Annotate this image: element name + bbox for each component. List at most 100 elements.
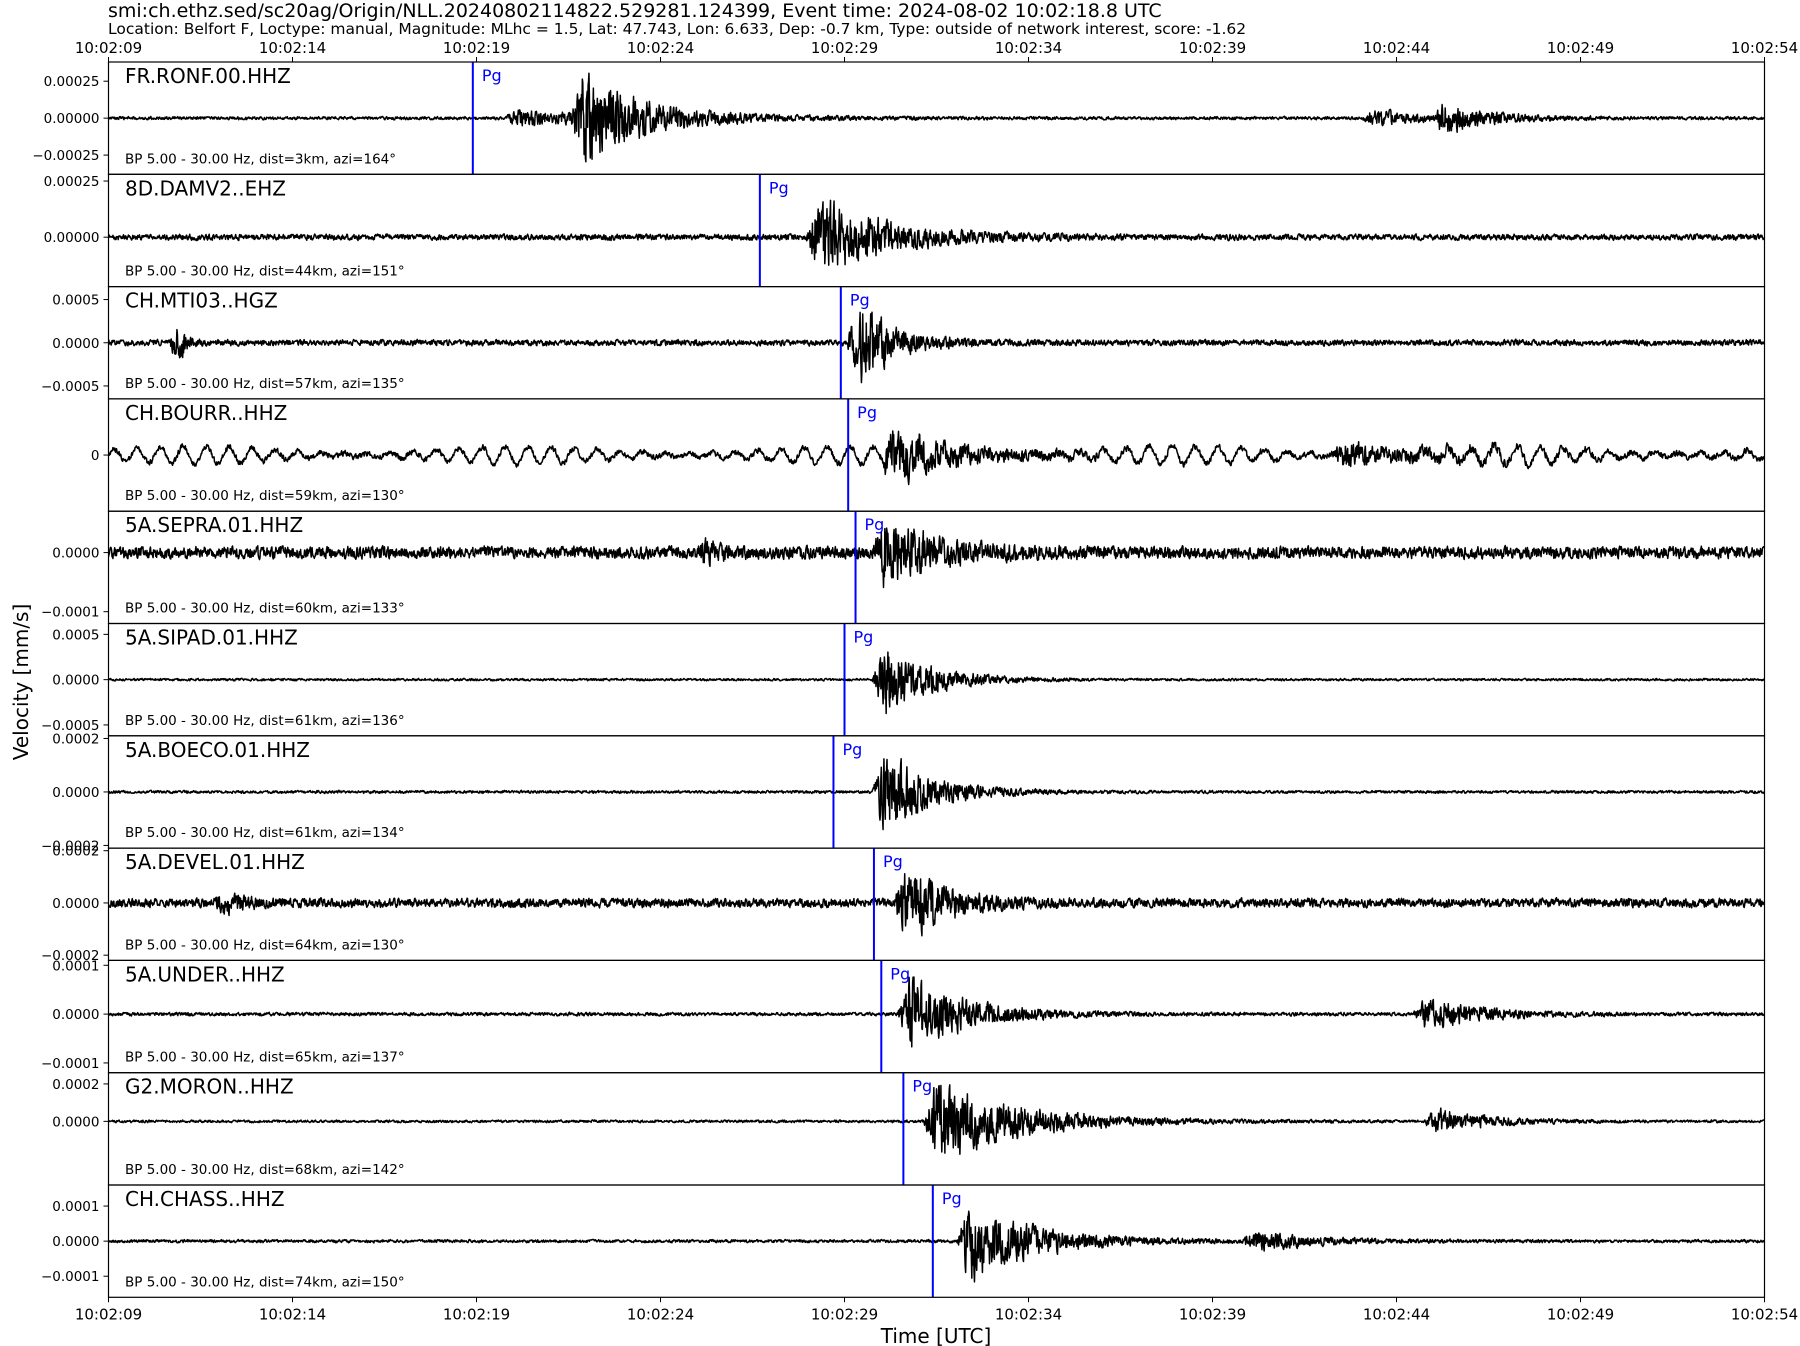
- pick-label: Pg: [942, 1189, 962, 1208]
- station-panel: Pg0.00050.0000−0.00055A.SIPAD.01.HHZBP 5…: [41, 622, 1766, 737]
- y-tick-label: 0.0005: [52, 627, 99, 643]
- x-axis-label: Time [UTC]: [880, 1324, 992, 1346]
- pick-label: Pg: [857, 403, 877, 422]
- y-tick-label: −0.0001: [41, 1269, 100, 1285]
- y-tick-label: 0.0001: [52, 1199, 99, 1215]
- filter-info: BP 5.00 - 30.00 Hz, dist=64km, azi=130°: [125, 937, 405, 953]
- station-name: 5A.SIPAD.01.HHZ: [125, 626, 298, 650]
- y-tick-label: 0.0000: [52, 1007, 99, 1023]
- y-tick-label: 0.0002: [52, 1077, 99, 1093]
- x-tick-label: 10:02:14: [259, 1305, 326, 1323]
- pick-label: Pg: [842, 740, 862, 759]
- y-tick-label: 0.00025: [44, 174, 100, 190]
- bottom-x-axis: 10:02:09 10:02:14 10:02:19 10:02:24 10:02:29…: [75, 1297, 1798, 1323]
- y-tick-label: 0.0000: [52, 1114, 99, 1130]
- filter-info: BP 5.00 - 30.00 Hz, dist=57km, azi=135°: [125, 376, 405, 392]
- waveform-trace: [108, 72, 1765, 163]
- station-name: 5A.UNDER..HHZ: [125, 962, 285, 986]
- station-panel: Pg 0.0002 0.0000 G2.MORON..HHZ BP 5.00 - 30.…: [52, 1072, 1766, 1186]
- station-name: 8D.DAMV2..EHZ: [125, 176, 286, 200]
- x-tick-label: 10:02:54: [1731, 1305, 1798, 1323]
- x-tick-label: 10:02:39: [1179, 39, 1246, 57]
- filter-info: BP 5.00 - 30.00 Hz, dist=74km, azi=150°: [125, 1274, 405, 1290]
- y-tick-label: 0.0000: [52, 785, 99, 801]
- x-tick-label: 10:02:29: [811, 39, 878, 57]
- filter-info: BP 5.00 - 30.00 Hz, dist=44km, azi=151°: [125, 264, 405, 280]
- waveform-trace: [108, 651, 1765, 715]
- filter-info: BP 5.00 - 30.00 Hz, dist=61km, azi=136°: [125, 713, 405, 729]
- x-tick-label: 10:02:09: [75, 39, 142, 57]
- x-tick-label: 10:02:19: [443, 1305, 510, 1323]
- pick-label: Pg: [865, 515, 885, 534]
- y-tick-label: 0.0000: [52, 896, 99, 912]
- y-tick-label: −0.0001: [41, 605, 100, 621]
- waveform-trace: [108, 199, 1765, 266]
- station-panel: Pg 0.0001 0.0000 −0.0001 CH.CHASS..HHZ BP 5.0…: [41, 1184, 1766, 1298]
- pick-label: Pg: [482, 66, 502, 85]
- station-panels: Pg 0.00025 0.00000 −0.00025 FR.RONF.00.HHZ BP…: [32, 61, 1766, 1298]
- y-tick-label: 0.00000: [44, 230, 100, 246]
- x-tick-label: 10:02:44: [1363, 1305, 1430, 1323]
- station-panel: Pg0.00020.0000−0.00025A.BOECO.01.HHZBP 5…: [41, 731, 1766, 854]
- waveform-trace: [108, 1210, 1765, 1283]
- station-panel: Pg 0.0001 0.0000 −0.0001 5A.UNDER..HHZ BP 5.0…: [41, 958, 1766, 1074]
- y-tick-label: 0.0002: [52, 844, 99, 860]
- filter-info: BP 5.00 - 30.00 Hz, dist=59km, azi=130°: [125, 488, 405, 504]
- filter-info: BP 5.00 - 30.00 Hz, dist=68km, azi=142°: [125, 1162, 405, 1178]
- waveform-trace: [108, 430, 1765, 486]
- station-name: CH.CHASS..HHZ: [125, 1187, 285, 1211]
- x-tick-label: 10:02:49: [1547, 1305, 1614, 1323]
- station-name: FR.RONF.00.HHZ: [125, 64, 291, 88]
- filter-info: BP 5.00 - 30.00 Hz, dist=65km, azi=137°: [125, 1050, 405, 1066]
- waveform-trace: [108, 527, 1765, 589]
- waveform-trace: [108, 873, 1765, 937]
- y-tick-label: 0.0000: [52, 546, 99, 562]
- y-tick-label: −0.0001: [41, 1056, 100, 1072]
- station-panel: Pg 0.0005 0.0000 −0.0005 CH.MTI03..HGZ BP 5.0…: [41, 286, 1766, 400]
- waveform-trace: [108, 758, 1765, 831]
- y-axis-label: Velocity [mm/s]: [9, 604, 33, 761]
- station-name: CH.MTI03..HGZ: [125, 289, 278, 313]
- top-x-axis: 10:02:09 10:02:14 10:02:19 10:02:24 10:02:29…: [75, 39, 1798, 62]
- waveform-trace: [108, 311, 1765, 384]
- x-tick-label: 10:02:24: [627, 1305, 694, 1323]
- station-panel: Pg0.00020.0000−0.00025A.DEVEL.01.HHZBP 5…: [41, 844, 1766, 964]
- y-tick-label: −0.00025: [32, 148, 99, 164]
- station-panel: Pg 0 CH.BOURR..HHZ BP 5.00 - 30.00 Hz, dist…: [91, 398, 1766, 512]
- station-name: 5A.DEVEL.01.HHZ: [125, 850, 305, 874]
- y-tick-label: 0.0000: [52, 336, 99, 352]
- station-name: 5A.BOECO.01.HHZ: [125, 738, 310, 762]
- filter-info: BP 5.00 - 30.00 Hz, dist=60km, azi=133°: [125, 601, 405, 617]
- station-name: CH.BOURR..HHZ: [125, 401, 287, 425]
- y-tick-label: 0.0005: [52, 293, 99, 309]
- pick-label: Pg: [912, 1077, 932, 1096]
- seismogram-figure: smi:ch.ethz.sed/sc20ag/Origin/NLL.202408…: [9, 0, 1798, 1346]
- waveform-trace: [108, 1084, 1765, 1155]
- x-tick-label: 10:02:49: [1547, 39, 1614, 57]
- x-tick-label: 10:02:54: [1731, 39, 1798, 57]
- x-tick-label: 10:02:19: [443, 39, 510, 57]
- y-tick-label: 0.0002: [52, 731, 99, 747]
- pick-label: Pg: [890, 964, 910, 983]
- x-tick-label: 10:02:09: [75, 1305, 142, 1323]
- figure-title: smi:ch.ethz.sed/sc20ag/Origin/NLL.202408…: [108, 0, 1162, 22]
- y-tick-label: 0.00000: [44, 111, 100, 127]
- waveform-trace: [108, 976, 1765, 1048]
- x-tick-label: 10:02:39: [1179, 1305, 1246, 1323]
- x-tick-label: 10:02:24: [627, 39, 694, 57]
- x-tick-label: 10:02:44: [1363, 39, 1430, 57]
- x-tick-label: 10:02:34: [995, 39, 1062, 57]
- pick-label: Pg: [854, 628, 874, 647]
- station-name: G2.MORON..HHZ: [125, 1075, 294, 1099]
- y-tick-label: 0.00025: [44, 74, 100, 90]
- station-panel: Pg 0.00025 0.00000 −0.00025 FR.RONF.00.HHZ BP…: [32, 61, 1766, 175]
- x-tick-label: 10:02:29: [811, 1305, 878, 1323]
- x-tick-label: 10:02:34: [995, 1305, 1062, 1323]
- y-tick-label: 0.0000: [52, 1234, 99, 1250]
- pick-label: Pg: [769, 178, 789, 197]
- station-panel: Pg 0.00025 0.00000 8D.DAMV2..EHZ BP 5.00 - 3…: [44, 173, 1766, 288]
- y-tick-label: 0.0001: [52, 958, 99, 974]
- y-tick-label: −0.0005: [41, 379, 100, 395]
- station-name: 5A.SEPRA.01.HHZ: [125, 513, 303, 537]
- x-tick-label: 10:02:14: [259, 39, 326, 57]
